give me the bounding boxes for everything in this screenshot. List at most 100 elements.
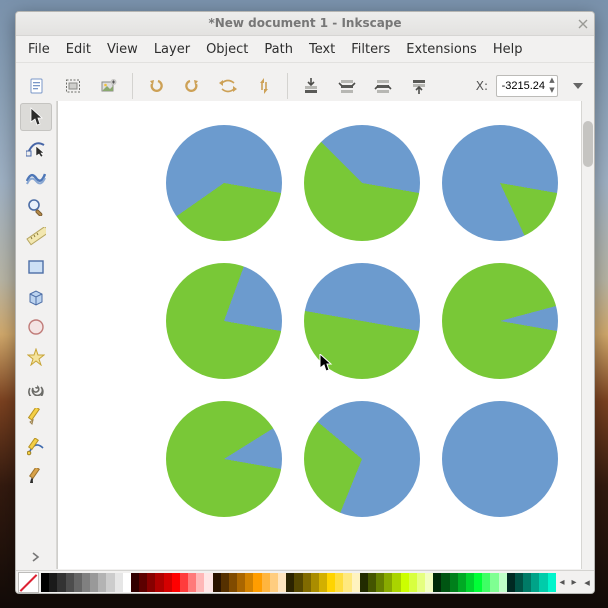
vertical-scrollbar[interactable] <box>581 101 594 569</box>
z-raise-button[interactable] <box>368 71 398 101</box>
color-swatch[interactable] <box>450 573 458 592</box>
z-raise-top-button[interactable] <box>404 71 434 101</box>
canvas[interactable] <box>58 101 592 567</box>
zoom-tool[interactable] <box>20 193 52 221</box>
color-swatch[interactable] <box>441 573 449 592</box>
color-swatch[interactable] <box>474 573 482 592</box>
tweak-tool[interactable] <box>20 163 52 191</box>
units-dropdown[interactable] <box>568 76 588 96</box>
pie-chart[interactable] <box>304 263 420 379</box>
color-swatch[interactable] <box>499 573 507 592</box>
color-swatch[interactable] <box>466 573 474 592</box>
color-swatch[interactable] <box>270 573 278 592</box>
rectangle-tool[interactable] <box>20 253 52 281</box>
pie-chart[interactable] <box>442 263 558 379</box>
color-swatch[interactable] <box>82 573 90 592</box>
color-swatch[interactable] <box>106 573 114 592</box>
color-swatch[interactable] <box>164 573 172 592</box>
pie-chart[interactable] <box>304 401 420 517</box>
color-swatch[interactable] <box>41 573 49 592</box>
color-swatch[interactable] <box>98 573 106 592</box>
swatch-scroll-right[interactable]: ▸ <box>568 577 580 588</box>
color-swatch[interactable] <box>188 573 196 592</box>
color-swatch[interactable] <box>74 573 82 592</box>
toolbox-more-button[interactable] <box>32 545 40 569</box>
pie-chart[interactable] <box>442 125 558 241</box>
color-swatch[interactable] <box>221 573 229 592</box>
menu-text[interactable]: Text <box>301 40 343 59</box>
color-swatch[interactable] <box>123 573 131 592</box>
swatch-scroll-left[interactable]: ◂ <box>556 577 568 588</box>
color-swatch[interactable] <box>490 573 498 592</box>
color-swatch[interactable] <box>196 573 204 592</box>
menu-extensions[interactable]: Extensions <box>398 40 485 59</box>
color-swatch[interactable] <box>425 573 433 592</box>
open-button[interactable] <box>58 71 88 101</box>
node-tool[interactable] <box>20 133 52 161</box>
color-swatch[interactable] <box>335 573 343 592</box>
no-fill-swatch[interactable] <box>18 572 39 593</box>
color-swatch[interactable] <box>139 573 147 592</box>
z-lower-button[interactable] <box>332 71 362 101</box>
spin-up-icon[interactable]: ▲ <box>547 76 557 86</box>
redo-button[interactable] <box>177 71 207 101</box>
color-swatch[interactable] <box>327 573 335 592</box>
canvas-area[interactable] <box>57 101 594 569</box>
color-swatch[interactable] <box>204 573 212 592</box>
color-swatch[interactable] <box>548 573 556 592</box>
color-swatch[interactable] <box>66 573 74 592</box>
x-coordinate-spinner[interactable]: ▲ ▼ <box>496 75 558 97</box>
color-swatch[interactable] <box>213 573 221 592</box>
color-swatch[interactable] <box>115 573 123 592</box>
new-document-button[interactable] <box>22 71 52 101</box>
bezier-tool[interactable] <box>20 433 52 461</box>
color-swatch[interactable] <box>245 573 253 592</box>
color-swatch[interactable] <box>343 573 351 592</box>
calligraphy-tool[interactable] <box>20 463 52 491</box>
color-swatch[interactable] <box>229 573 237 592</box>
selector-tool[interactable] <box>20 103 52 131</box>
color-swatch[interactable] <box>57 573 65 592</box>
box3d-tool[interactable] <box>20 283 52 311</box>
color-swatch[interactable] <box>384 573 392 592</box>
color-swatch[interactable] <box>392 573 400 592</box>
color-swatch[interactable] <box>523 573 531 592</box>
menu-edit[interactable]: Edit <box>58 40 99 59</box>
color-swatch[interactable] <box>539 573 547 592</box>
color-swatch[interactable] <box>401 573 409 592</box>
color-swatch[interactable] <box>237 573 245 592</box>
scrollbar-thumb[interactable] <box>583 121 593 167</box>
spiral-tool[interactable] <box>20 373 52 401</box>
swatch-menu-button[interactable]: ◂ <box>580 576 594 589</box>
color-swatch[interactable] <box>409 573 417 592</box>
menu-file[interactable]: File <box>20 40 58 59</box>
color-swatch[interactable] <box>368 573 376 592</box>
z-lower-bottom-button[interactable] <box>296 71 326 101</box>
menu-object[interactable]: Object <box>198 40 256 59</box>
color-swatch[interactable] <box>360 573 368 592</box>
color-swatch[interactable] <box>131 573 139 592</box>
menu-filters[interactable]: Filters <box>343 40 398 59</box>
color-swatch[interactable] <box>49 573 57 592</box>
pie-chart[interactable] <box>442 401 558 517</box>
color-swatch[interactable] <box>286 573 294 592</box>
color-swatch[interactable] <box>155 573 163 592</box>
color-swatch[interactable] <box>482 573 490 592</box>
pie-chart[interactable] <box>304 125 420 241</box>
menu-help[interactable]: Help <box>485 40 531 59</box>
undo-history-button[interactable] <box>213 71 243 101</box>
color-swatch[interactable] <box>417 573 425 592</box>
pie-chart[interactable] <box>166 263 282 379</box>
clone-button[interactable] <box>249 71 279 101</box>
color-swatch[interactable] <box>433 573 441 592</box>
pie-chart[interactable] <box>166 125 282 241</box>
color-swatch[interactable] <box>352 573 360 592</box>
pencil-tool[interactable] <box>20 403 52 431</box>
x-coordinate-input[interactable] <box>497 80 547 92</box>
color-swatch[interactable] <box>507 573 515 592</box>
measure-tool[interactable] <box>20 223 52 251</box>
menu-layer[interactable]: Layer <box>146 40 198 59</box>
color-swatch[interactable] <box>303 573 311 592</box>
spin-down-icon[interactable]: ▼ <box>547 86 557 96</box>
color-swatch[interactable] <box>311 573 319 592</box>
